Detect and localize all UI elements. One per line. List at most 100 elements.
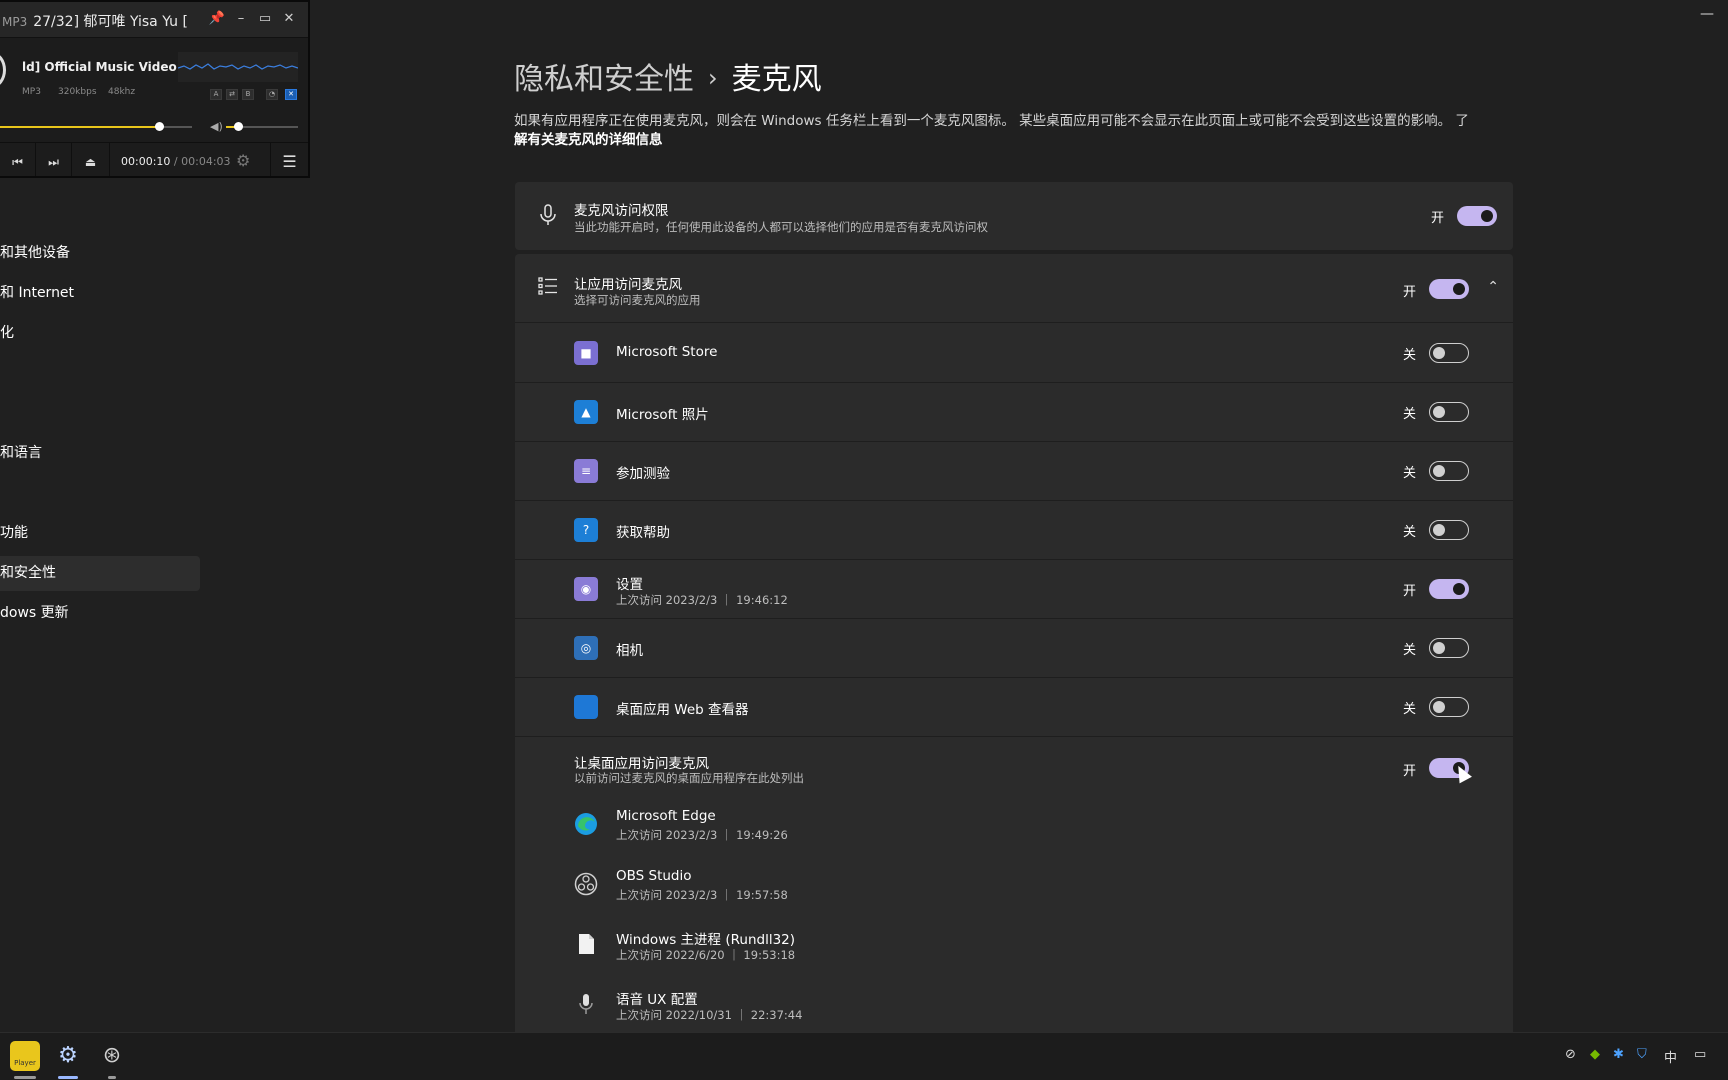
- app-access-subtitle: 选择可访问麦克风的应用: [574, 293, 701, 307]
- volume-icon[interactable]: ◀): [210, 120, 223, 133]
- edge-icon: [574, 812, 598, 836]
- app-name: 相机: [616, 643, 643, 659]
- settings-app-icon[interactable]: ⚙: [53, 1041, 83, 1071]
- app-row[interactable]: ≡ 参加测验 关: [515, 442, 1513, 501]
- loop-button[interactable]: ◔: [266, 89, 278, 100]
- nav-item-windows-update[interactable]: dows 更新: [0, 596, 200, 631]
- help-icon: ?: [574, 518, 598, 542]
- waveform-visualizer: [177, 52, 299, 82]
- app-toggle[interactable]: [1429, 343, 1469, 363]
- time-separator: /: [173, 155, 178, 168]
- toggle-knob: [1481, 210, 1493, 222]
- shuffle-button[interactable]: ✕: [285, 89, 297, 100]
- app-state: 关: [1403, 643, 1417, 658]
- mic-access-toggle[interactable]: [1457, 206, 1497, 226]
- input-method-indicator[interactable]: 中: [1664, 1047, 1677, 1066]
- eject-button[interactable]: ⏏: [72, 143, 110, 176]
- obs-app-icon[interactable]: ⊛: [97, 1041, 127, 1071]
- notification-icon[interactable]: ▭: [1694, 1047, 1706, 1062]
- desktop-app-name: 语音 UX 配置: [616, 992, 698, 1008]
- toggle-knob: [1433, 406, 1445, 418]
- seek-bar-handle[interactable]: [155, 122, 165, 131]
- player-maximize-button[interactable]: ▭: [256, 10, 274, 28]
- nav-item-devices[interactable]: 和其他设备: [0, 236, 200, 271]
- repeat-a-button[interactable]: A: [210, 89, 222, 100]
- nav-item-time-language[interactable]: 和语言: [0, 436, 200, 471]
- app-row[interactable]: ◎ 相机 关: [515, 619, 1513, 678]
- nav-item-accessibility[interactable]: 功能: [0, 516, 200, 551]
- desktop-app-name: Microsoft Edge: [616, 808, 716, 824]
- player-app-icon[interactable]: Player: [10, 1041, 40, 1071]
- desktop-access-row[interactable]: 让桌面应用访问麦克风 以前访问过麦克风的桌面应用程序在此处列出 开: [515, 736, 1513, 796]
- app-access-header[interactable]: 让应用访问麦克风 选择可访问麦克风的应用 开 ⌃: [515, 254, 1513, 323]
- desktop-app-name: Windows 主进程 (Rundll32): [616, 932, 796, 948]
- breadcrumb-parent[interactable]: 隐私和安全性: [514, 62, 694, 97]
- obs-icon: [574, 872, 598, 896]
- player-close-button[interactable]: ✕: [280, 10, 298, 28]
- page-title: 麦克风: [731, 62, 822, 97]
- pin-icon[interactable]: 📌: [208, 10, 226, 28]
- music-player-window: MP3 27/32] 郁可唯 Yisa Yu [ 📌 – ▭ ✕ ld] Offi…: [0, 0, 310, 178]
- web-viewer-icon: [574, 695, 598, 719]
- toggle-knob: [1453, 283, 1465, 295]
- player-minimize-button[interactable]: –: [232, 10, 250, 28]
- desktop-app-row: Microsoft Edge 上次访问 2023/2/3 ｜ 19:49:26: [515, 798, 1513, 858]
- app-name: 桌面应用 Web 查看器: [616, 702, 749, 718]
- next-track-button[interactable]: ⏭: [36, 143, 72, 176]
- app-access-card: 让应用访问麦克风 选择可访问麦克风的应用 开 ⌃ ■ Microsoft Stor…: [515, 254, 1513, 1032]
- previous-track-button[interactable]: ⏮: [0, 143, 36, 176]
- camera-icon: ◎: [574, 636, 598, 660]
- nav-item-network[interactable]: 和 Internet: [0, 276, 200, 311]
- player-controls: ⏮ ⏭ ⏏ 00:00:10 / 00:04:03 ⚙ ☰: [0, 142, 308, 176]
- window-minimize-button[interactable]: —: [1700, 6, 1714, 22]
- app-toggle[interactable]: [1429, 579, 1469, 599]
- total-duration: 00:04:03: [181, 155, 231, 168]
- desktop-access-title: 让桌面应用访问麦克风: [574, 756, 709, 772]
- app-toggle[interactable]: [1429, 638, 1469, 658]
- store-icon: ■: [574, 341, 598, 365]
- app-row[interactable]: ■ Microsoft Store 关: [515, 324, 1513, 383]
- list-icon: [537, 276, 559, 301]
- nvidia-tray-icon[interactable]: ◆: [1590, 1047, 1600, 1062]
- app-row[interactable]: ▲ Microsoft 照片 关: [515, 383, 1513, 442]
- bluetooth-tray-icon[interactable]: ✱: [1613, 1047, 1624, 1062]
- app-toggle[interactable]: [1429, 520, 1469, 540]
- seek-bar[interactable]: [0, 122, 192, 131]
- app-access-toggle[interactable]: [1429, 279, 1469, 299]
- volume-slider[interactable]: [226, 122, 298, 131]
- chevron-up-icon[interactable]: ⌃: [1487, 279, 1499, 295]
- learn-more-link[interactable]: 解有关麦克风的详细信息: [514, 132, 663, 148]
- obs-running-indicator: [108, 1076, 116, 1079]
- volume-slider-handle[interactable]: [234, 122, 244, 131]
- swap-button[interactable]: ⇄: [226, 89, 238, 100]
- desktop-access-subtitle: 以前访问过麦克风的桌面应用程序在此处列出: [574, 771, 804, 785]
- repeat-b-button[interactable]: B: [242, 89, 254, 100]
- desktop-app-last-access: 上次访问 2023/2/3 ｜ 19:49:26: [616, 828, 788, 842]
- security-tray-icon[interactable]: ⛉: [1637, 1047, 1647, 1062]
- app-toggle[interactable]: [1429, 461, 1469, 481]
- elapsed-time: 00:00:10: [121, 155, 171, 168]
- menu-icon[interactable]: ☰: [270, 143, 308, 176]
- app-toggle[interactable]: [1429, 402, 1469, 422]
- app-row[interactable]: 桌面应用 Web 查看器 关: [515, 678, 1513, 737]
- desktop-app-row: OBS Studio 上次访问 2023/2/3 ｜ 19:57:58: [515, 858, 1513, 918]
- obs-tray-icon[interactable]: ⊘: [1565, 1047, 1576, 1062]
- mic-access-state: 开: [1431, 211, 1445, 226]
- app-toggle[interactable]: [1429, 697, 1469, 717]
- app-name: Microsoft 照片: [616, 407, 709, 423]
- player-title-bar: MP3 27/32] 郁可唯 Yisa Yu [ 📌 – ▭ ✕: [0, 2, 308, 38]
- nav-item-privacy-security[interactable]: 和安全性: [0, 556, 200, 591]
- app-row[interactable]: ? 获取帮助 关: [515, 501, 1513, 560]
- description-text: 如果有应用程序正在使用麦克风，则会在 Windows 任务栏上看到一个麦克风图标…: [514, 113, 1469, 129]
- nav-item-personalization[interactable]: 化: [0, 316, 200, 351]
- gear-icon[interactable]: ⚙: [236, 151, 250, 170]
- desktop-app-last-access: 上次访问 2023/2/3 ｜ 19:57:58: [616, 888, 788, 902]
- playback-time: 00:00:10 / 00:04:03: [121, 155, 231, 168]
- app-name: 参加测验: [616, 466, 670, 482]
- chevron-right-icon: ›: [708, 64, 718, 92]
- app-row[interactable]: ◉ 设置 上次访问 2023/2/3 ｜ 19:46:12 开: [515, 560, 1513, 619]
- desktop-access-state: 开: [1403, 764, 1417, 779]
- list-icon-graphic: [538, 277, 557, 295]
- album-disc-icon: [0, 52, 6, 88]
- mic-access-card[interactable]: 麦克风访问权限 当此功能开启时，任何使用此设备的人都可以选择他们的应用是否有麦克…: [515, 182, 1513, 250]
